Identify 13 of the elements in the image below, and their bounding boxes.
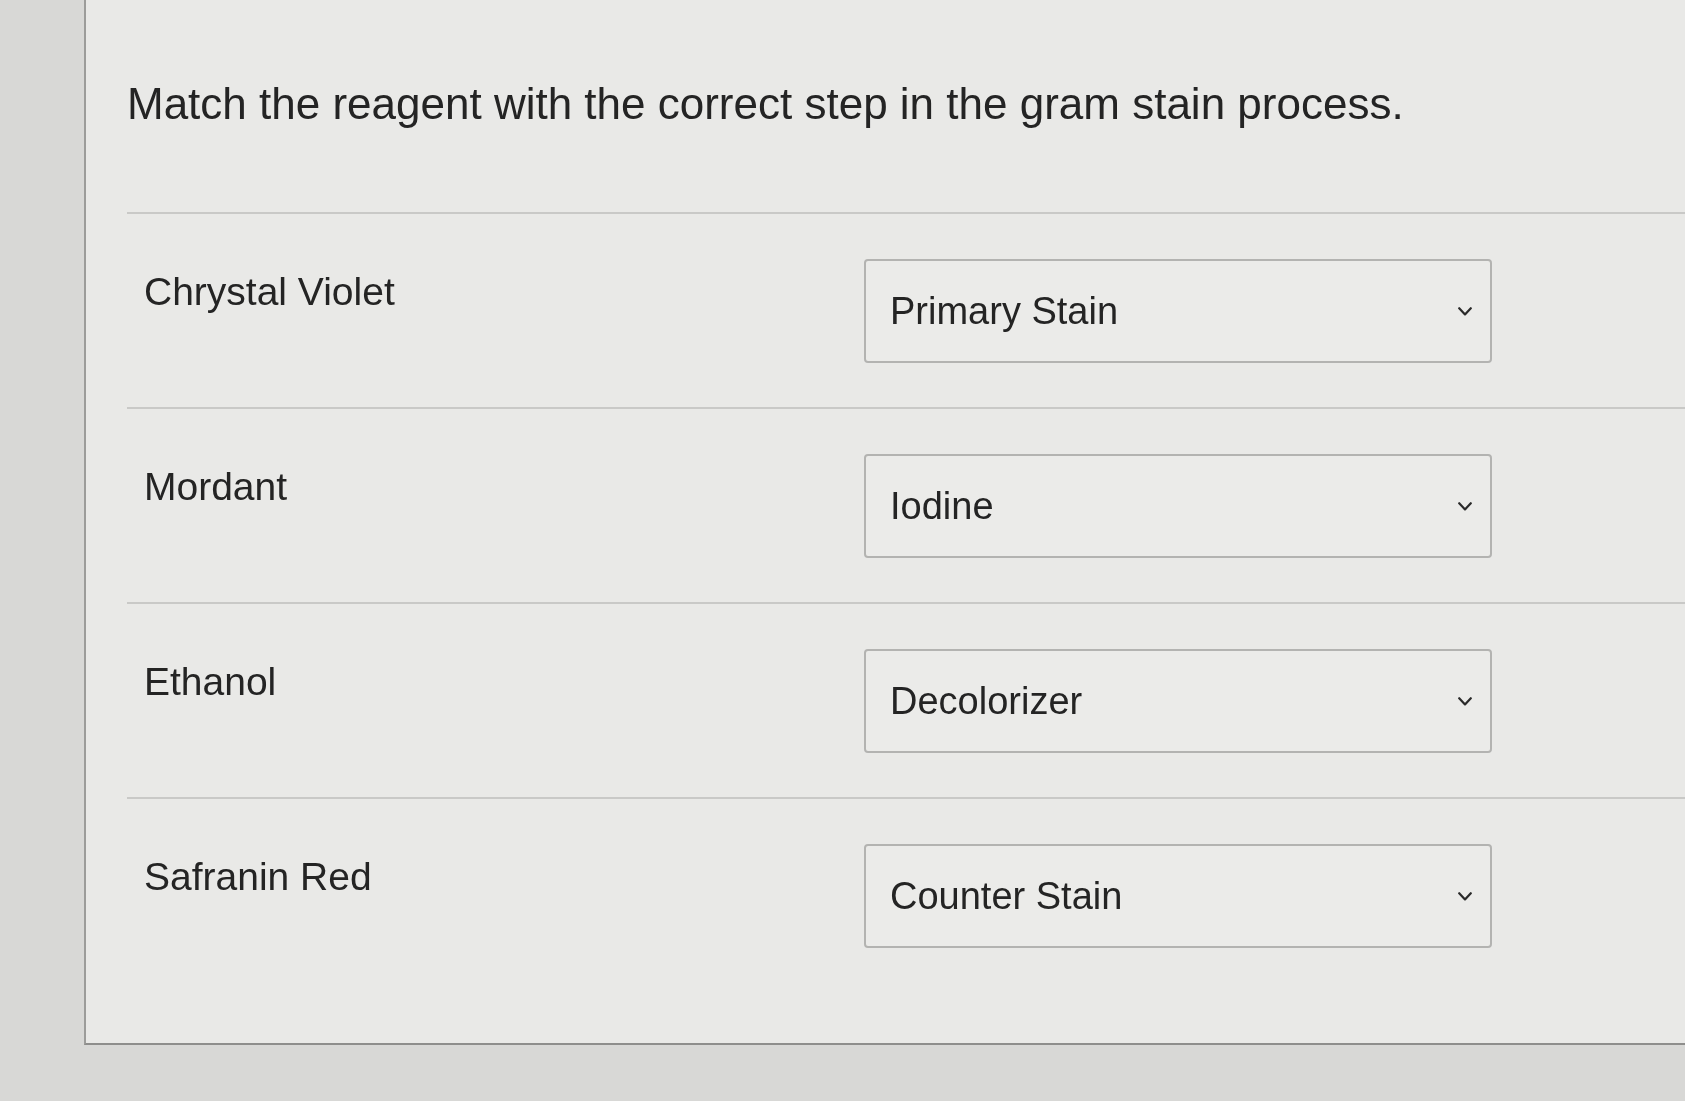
chevron-down-icon xyxy=(1458,696,1472,706)
chevron-down-icon xyxy=(1458,891,1472,901)
answer-dropdown[interactable]: Primary Stain xyxy=(864,259,1492,363)
answer-dropdown[interactable]: Decolorizer xyxy=(864,649,1492,753)
question-text: Match the reagent with the correct step in the gram stain process. xyxy=(127,78,1404,130)
reagent-label: Chrystal Violet xyxy=(144,269,395,315)
chevron-down-icon xyxy=(1458,501,1472,511)
answer-dropdown[interactable]: Iodine xyxy=(864,454,1492,558)
reagent-label: Ethanol xyxy=(144,659,277,705)
chevron-down-icon xyxy=(1458,306,1472,316)
answer-dropdown[interactable]: Counter Stain xyxy=(864,844,1492,948)
reagent-label: Mordant xyxy=(144,464,288,510)
reagent-label: Safranin Red xyxy=(144,854,372,900)
